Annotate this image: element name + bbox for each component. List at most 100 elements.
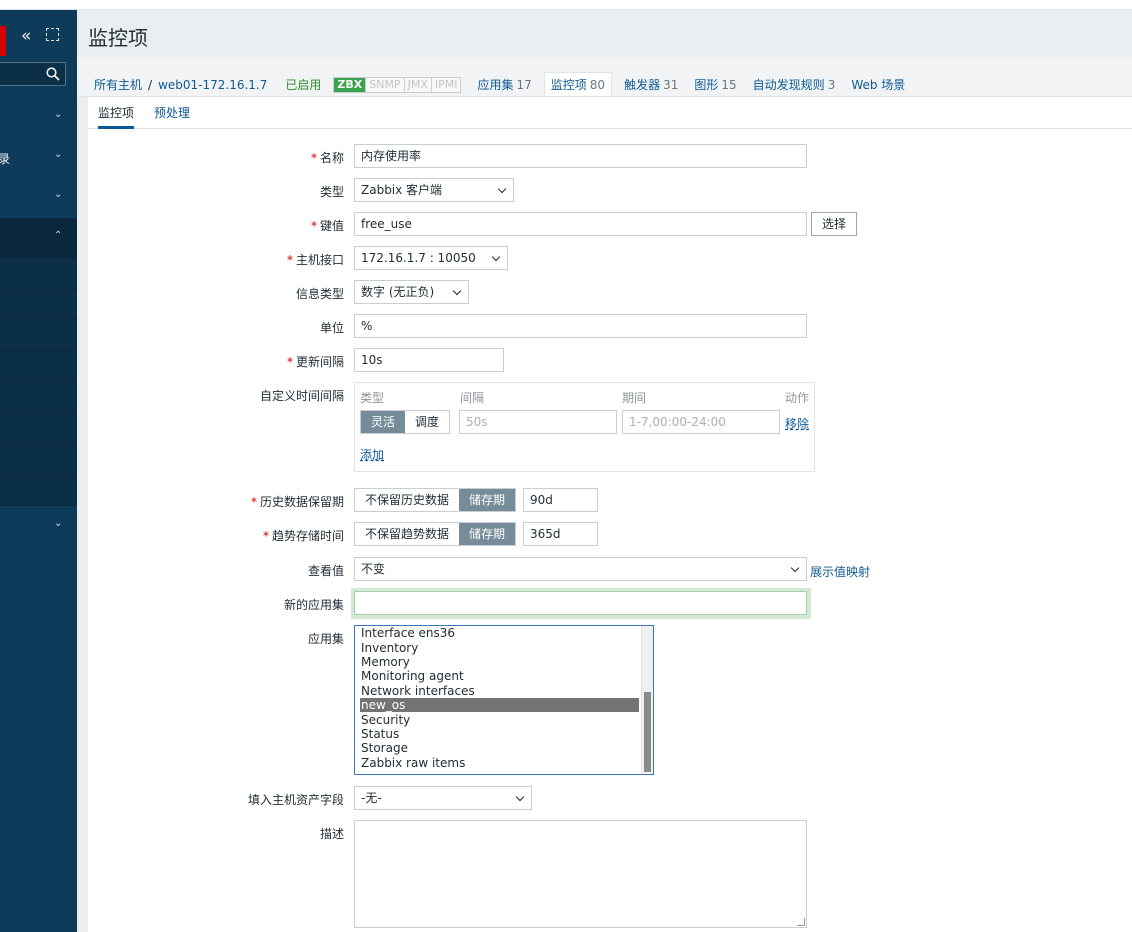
description-textarea[interactable]: [354, 820, 807, 928]
new-application-input[interactable]: [354, 591, 807, 615]
name-label-text: 名称: [319, 151, 344, 165]
collapse-sidebar-icon[interactable]: «: [21, 27, 31, 45]
host-status-enabled[interactable]: 已启用: [285, 76, 321, 93]
nav-discovery-rules[interactable]: 自动发现规则 3: [753, 76, 836, 93]
nav-graphs-label: 图形: [694, 78, 719, 92]
units-input[interactable]: %: [354, 314, 807, 338]
history-period-input[interactable]: 90d: [523, 488, 598, 512]
kiosk-mode-icon[interactable]: [46, 28, 59, 41]
add-interval-link[interactable]: 添加: [360, 446, 384, 463]
nav-applications-count: 17: [516, 78, 532, 92]
interface-label-text: 主机接口: [295, 253, 344, 267]
zabbix-logo[interactable]: [0, 26, 6, 56]
chevron-down-icon: ⌄: [54, 109, 63, 120]
trends-mode-toggle: 不保留趋势数据 储存期: [354, 522, 517, 546]
sidebar-menu-item[interactable]: ⌄: [0, 97, 77, 137]
browser-top-edge: [0, 0, 1132, 10]
history-do-not-keep-option[interactable]: 不保留历史数据: [355, 489, 460, 511]
nav-items-current[interactable]: 监控项 80: [543, 72, 613, 97]
list-item[interactable]: Status: [360, 727, 639, 741]
applications-label: 应用集: [307, 632, 344, 646]
nav-triggers-label: 触发器: [624, 78, 661, 92]
flex-interval-input[interactable]: 50s: [459, 410, 617, 434]
key-select-button[interactable]: 选择: [811, 212, 858, 236]
nav-graphs-count: 15: [721, 78, 737, 92]
key-input[interactable]: free_use: [354, 212, 807, 236]
list-item[interactable]: Memory: [360, 655, 639, 669]
submenu-item[interactable]: [0, 413, 77, 444]
history-mode-toggle: 不保留历史数据 储存期: [354, 488, 517, 512]
trends-label: * 趋势存储时间: [0, 527, 344, 544]
breadcrumb-separator: /: [148, 77, 153, 92]
list-item[interactable]: Network interfaces: [360, 684, 639, 698]
info-type-label: 信息类型: [295, 287, 344, 301]
flex-period-input[interactable]: 1-7,00:00-24:00: [622, 410, 780, 434]
name-input[interactable]: 内存使用率: [354, 144, 807, 168]
tab-item[interactable]: 监控项: [98, 104, 135, 129]
required-marker: *: [286, 253, 293, 267]
description-label: 描述: [319, 827, 344, 841]
value-map-select[interactable]: 不变: [354, 557, 807, 581]
applications-listbox[interactable]: Interface ens36 Inventory Memory Monitor…: [354, 625, 654, 775]
search-icon[interactable]: [46, 67, 60, 81]
col-period-header: 期间: [622, 391, 647, 405]
inventory-label: 填入主机资产字段: [247, 793, 344, 807]
custom-intervals-label: 自定义时间间隔: [259, 389, 344, 403]
key-label-text: 键值: [319, 219, 344, 233]
nav-triggers[interactable]: 触发器 31: [624, 76, 678, 93]
update-interval-label: * 更新间隔: [0, 353, 344, 370]
units-label: 单位: [319, 321, 344, 335]
required-marker: *: [310, 219, 317, 233]
page-title: 监控项: [88, 26, 148, 50]
col-interval-header: 间隔: [460, 391, 485, 405]
required-marker: *: [250, 495, 257, 509]
list-item[interactable]: Interface ens36: [360, 626, 639, 640]
breadcrumb-all-hosts[interactable]: 所有主机: [94, 76, 142, 93]
list-item-selected[interactable]: new_os: [360, 698, 639, 713]
interval-type-toggle: 灵活 调度: [360, 410, 451, 434]
history-storage-period-option[interactable]: 储存期: [459, 489, 516, 511]
snmp-badge: SNMP: [365, 77, 404, 92]
tab-preprocessing[interactable]: 预处理: [154, 104, 190, 121]
list-item[interactable]: Zabbix raw items: [360, 756, 639, 770]
zbx-badge: ZBX: [334, 77, 366, 92]
type-label: 类型: [319, 185, 344, 199]
interval-flexible-option[interactable]: 灵活: [361, 411, 406, 433]
jmx-badge: JMX: [403, 77, 431, 92]
trends-storage-period-option[interactable]: 储存期: [459, 523, 516, 545]
list-item[interactable]: Storage: [360, 741, 639, 755]
nav-graphs[interactable]: 图形 15: [694, 76, 736, 93]
required-marker: *: [262, 529, 269, 543]
list-item[interactable]: Inventory: [360, 641, 639, 655]
update-interval-input[interactable]: 10s: [354, 348, 504, 372]
list-item[interactable]: Monitoring agent: [360, 669, 639, 683]
list-item[interactable]: Security: [360, 713, 639, 727]
col-action-header: 动作: [785, 391, 810, 405]
breadcrumb: 所有主机 / web01-172.16.1.7 已启用 ZBX SNMP JMX…: [94, 72, 905, 97]
update-interval-label-text: 更新间隔: [295, 355, 344, 369]
nav-applications[interactable]: 应用集 17: [477, 76, 531, 93]
key-label: * 键值: [0, 217, 344, 234]
show-value-mappings-link[interactable]: 展示值映射: [810, 563, 870, 580]
inventory-select[interactable]: -无-: [354, 786, 532, 810]
nav-web-scenarios[interactable]: Web 场景: [851, 76, 905, 93]
remove-interval-link[interactable]: 移除: [785, 415, 809, 432]
info-type-select[interactable]: 数字 (无正负): [354, 280, 469, 304]
trends-label-text: 趋势存储时间: [271, 529, 344, 543]
listbox-scrollbar[interactable]: [641, 626, 653, 774]
required-marker: *: [310, 151, 317, 165]
submenu-item[interactable]: [0, 444, 77, 475]
history-label-text: 历史数据保留期: [259, 495, 344, 509]
interval-scheduling-option[interactable]: 调度: [405, 411, 450, 433]
type-select[interactable]: Zabbix 客户端: [354, 178, 514, 202]
breadcrumb-host[interactable]: web01-172.16.1.7: [158, 78, 267, 92]
trends-period-input[interactable]: 365d: [523, 522, 598, 546]
resize-grip-icon[interactable]: [797, 918, 805, 926]
nav-web-label: Web 场景: [851, 78, 906, 92]
show-value-label: 查看值: [307, 564, 344, 578]
interface-select[interactable]: 172.16.1.7 : 10050: [354, 246, 508, 270]
scrollbar-thumb[interactable]: [644, 692, 651, 772]
interface-label: * 主机接口: [0, 251, 344, 268]
name-label: * 名称: [0, 149, 344, 166]
trends-do-not-keep-option[interactable]: 不保留趋势数据: [355, 523, 460, 545]
